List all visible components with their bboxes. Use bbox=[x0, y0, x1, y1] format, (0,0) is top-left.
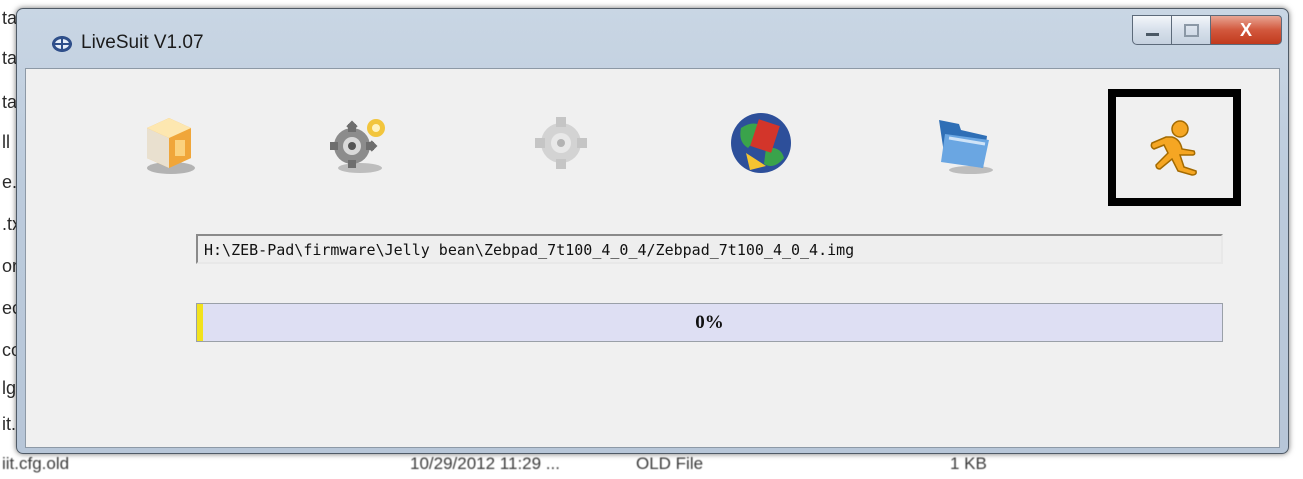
bg-file-date: 10/29/2012 11:29 ... bbox=[410, 454, 560, 473]
firmware-package-button[interactable] bbox=[124, 93, 214, 193]
window-title: LiveSuit V1.07 bbox=[81, 32, 204, 53]
bg-file-type: OLD File bbox=[636, 454, 704, 473]
livesuit-app-icon bbox=[51, 33, 73, 55]
folder-button[interactable] bbox=[921, 93, 1011, 193]
background-file-row: iit.cfg.old 10/29/2012 11:29 ... OLD Fil… bbox=[0, 450, 1303, 479]
minimize-icon bbox=[1145, 32, 1159, 36]
image-path-field[interactable]: H:\ZEB-Pad\firmware\Jelly bean\Zebpad_7t… bbox=[196, 234, 1223, 264]
window-controls: X bbox=[1132, 15, 1282, 47]
upgrade-progress-bar: 0% bbox=[196, 303, 1223, 342]
folder-open-icon bbox=[939, 120, 993, 174]
progress-percent-label: 0% bbox=[695, 312, 724, 333]
running-man-icon bbox=[1150, 119, 1197, 176]
title-bar[interactable]: LiveSuit V1.07 X bbox=[17, 9, 1288, 67]
maximize-button[interactable] bbox=[1171, 15, 1211, 45]
bg-fragment: it. bbox=[2, 414, 17, 434]
bg-file-size: 1 KB bbox=[950, 454, 987, 473]
gear-settings-icon bbox=[330, 119, 385, 173]
bg-fragment: ll bbox=[2, 132, 10, 152]
globe-network-icon bbox=[731, 113, 791, 173]
bg-file-name: iit.cfg.old bbox=[2, 454, 70, 473]
gear-disabled-icon bbox=[535, 117, 587, 169]
livesuit-window: LiveSuit V1.07 X H:\ZEB-Pad\firmware\Jel… bbox=[16, 8, 1289, 454]
close-button[interactable]: X bbox=[1210, 15, 1282, 45]
maximize-icon bbox=[1183, 23, 1199, 37]
disabled-gear-button[interactable] bbox=[516, 93, 606, 193]
package-box-icon bbox=[147, 118, 195, 174]
settings-button[interactable] bbox=[316, 93, 406, 193]
close-icon: X bbox=[1239, 19, 1252, 40]
minimize-button[interactable] bbox=[1132, 15, 1172, 45]
network-button[interactable] bbox=[716, 93, 806, 193]
client-area: H:\ZEB-Pad\firmware\Jelly bean\Zebpad_7t… bbox=[25, 68, 1280, 448]
bg-fragment: lg bbox=[2, 378, 17, 398]
start-upgrade-button[interactable] bbox=[1108, 89, 1241, 206]
